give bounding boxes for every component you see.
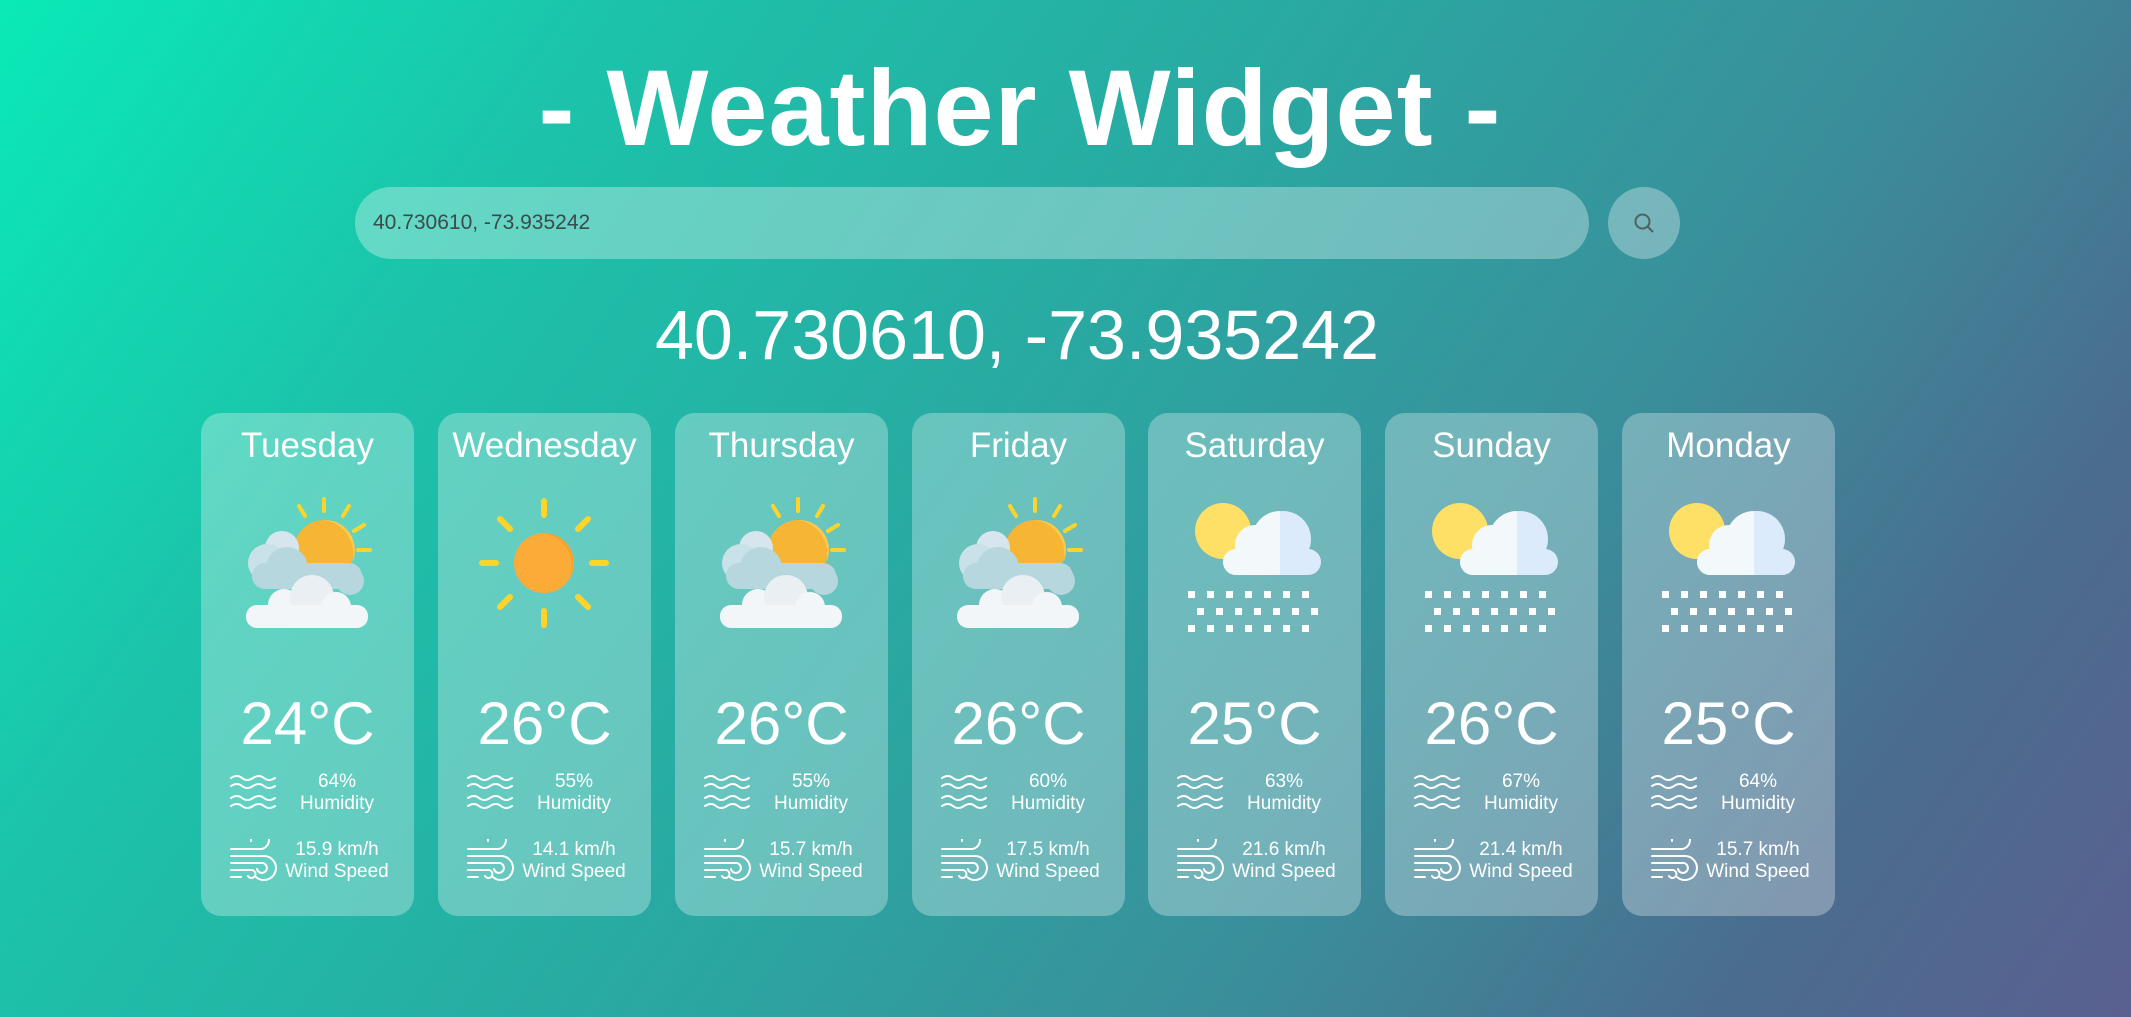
wind-stat: 15.7 km/h Wind Speed — [1650, 839, 1830, 885]
wind-stat: 14.1 km/h Wind Speed — [466, 839, 646, 885]
day-name: Thursday — [708, 426, 855, 465]
wind-stat: 21.6 km/h Wind Speed — [1176, 839, 1356, 885]
page-title: - Weather Widget - — [538, 47, 1502, 168]
wind-icon — [230, 839, 277, 881]
humidity-label: Humidity — [1011, 793, 1085, 814]
location-label: 40.730610, -73.935242 — [655, 296, 1379, 374]
wind-label: Wind Speed — [1469, 861, 1573, 882]
humidity-icon — [1414, 775, 1460, 809]
wind-icon — [1177, 839, 1224, 881]
forecast-card: Monday 25°C 64% Humidity 15.7 km/h Wind … — [1622, 413, 1835, 916]
wind-value: 15.7 km/h — [1716, 839, 1800, 860]
humidity-value: 60% — [1028, 771, 1068, 792]
humidity-label: Humidity — [1247, 793, 1321, 814]
day-name: Wednesday — [452, 426, 637, 465]
forecast-card: Thursday 26°C 55% Humidity 15.7 km/h Win… — [675, 413, 888, 916]
day-name: Friday — [969, 426, 1068, 465]
wind-stat: 17.5 km/h Wind Speed — [940, 839, 1120, 885]
wind-stat: 15.9 km/h Wind Speed — [229, 839, 409, 885]
wind-label: Wind Speed — [522, 861, 626, 882]
sun-icon — [479, 498, 609, 628]
humidity-value: 55% — [554, 771, 594, 792]
forecast-card: Tuesday 24°C 64% Humidity 15.9 km/h Wind… — [201, 413, 414, 916]
wind-value: 21.6 km/h — [1242, 839, 1326, 860]
humidity-stat: 63% Humidity — [1176, 771, 1356, 817]
forecast-card: Saturday 25°C 63% Humidity 21.6 km/h Win… — [1148, 413, 1361, 916]
wind-value: 14.1 km/h — [532, 839, 616, 860]
snow-icon — [1425, 503, 1558, 632]
wind-label: Wind Speed — [1232, 861, 1336, 882]
temperature: 24°C — [240, 690, 375, 757]
wind-label: Wind Speed — [285, 861, 389, 882]
forecast-card: Friday 26°C 60% Humidity 17.5 km/h Wind … — [912, 413, 1125, 916]
search-input[interactable] — [355, 187, 1589, 259]
humidity-stat: 60% Humidity — [940, 771, 1120, 817]
humidity-icon — [941, 775, 987, 809]
humidity-icon — [230, 775, 276, 809]
partly-cloudy-icon — [246, 497, 372, 628]
wind-icon — [704, 839, 751, 881]
temperature: 26°C — [477, 690, 612, 757]
humidity-icon — [704, 775, 750, 809]
humidity-value: 64% — [317, 771, 357, 792]
wind-value: 21.4 km/h — [1479, 839, 1563, 860]
humidity-stat: 67% Humidity — [1413, 771, 1593, 817]
wind-label: Wind Speed — [759, 861, 863, 882]
humidity-value: 63% — [1264, 771, 1304, 792]
temperature: 26°C — [1424, 690, 1559, 757]
humidity-icon — [1651, 775, 1697, 809]
wind-stat: 15.7 km/h Wind Speed — [703, 839, 883, 885]
humidity-value: 64% — [1738, 771, 1778, 792]
humidity-label: Humidity — [537, 793, 611, 814]
humidity-label: Humidity — [1721, 793, 1795, 814]
wind-label: Wind Speed — [996, 861, 1100, 882]
humidity-label: Humidity — [300, 793, 374, 814]
humidity-label: Humidity — [1484, 793, 1558, 814]
wind-icon — [941, 839, 988, 881]
wind-label: Wind Speed — [1706, 861, 1810, 882]
day-name: Saturday — [1184, 426, 1325, 465]
partly-cloudy-icon — [720, 497, 846, 628]
humidity-value: 55% — [791, 771, 831, 792]
wind-value: 17.5 km/h — [1006, 839, 1090, 860]
humidity-label: Humidity — [774, 793, 848, 814]
temperature: 26°C — [951, 690, 1086, 757]
wind-value: 15.9 km/h — [295, 839, 379, 860]
weather-widget: - Weather Widget - 40.730610, -73.935242… — [0, 0, 2131, 1017]
humidity-icon — [1177, 775, 1223, 809]
humidity-value: 67% — [1501, 771, 1541, 792]
wind-icon — [1414, 839, 1461, 881]
day-name: Sunday — [1432, 426, 1551, 465]
forecast-card: Wednesday 26°C 55% Humidity 14.1 km/h Wi… — [438, 413, 651, 916]
search-button[interactable] — [1608, 187, 1680, 259]
forecast-card: Sunday 26°C 67% Humidity 21.4 km/h Wind … — [1385, 413, 1598, 916]
snow-icon — [1188, 503, 1321, 632]
day-name: Tuesday — [241, 426, 374, 465]
temperature: 26°C — [714, 690, 849, 757]
day-name: Monday — [1666, 426, 1791, 465]
wind-value: 15.7 km/h — [769, 839, 853, 860]
humidity-icon — [467, 775, 513, 809]
humidity-stat: 64% Humidity — [1650, 771, 1830, 817]
wind-icon — [467, 839, 514, 881]
snow-icon — [1662, 503, 1795, 632]
temperature: 25°C — [1187, 690, 1322, 757]
humidity-stat: 64% Humidity — [229, 771, 409, 817]
wind-stat: 21.4 km/h Wind Speed — [1413, 839, 1593, 885]
partly-cloudy-icon — [957, 497, 1083, 628]
temperature: 25°C — [1661, 690, 1796, 757]
humidity-stat: 55% Humidity — [466, 771, 646, 817]
search-icon — [1634, 213, 1654, 233]
humidity-stat: 55% Humidity — [703, 771, 883, 817]
wind-icon — [1651, 839, 1698, 881]
